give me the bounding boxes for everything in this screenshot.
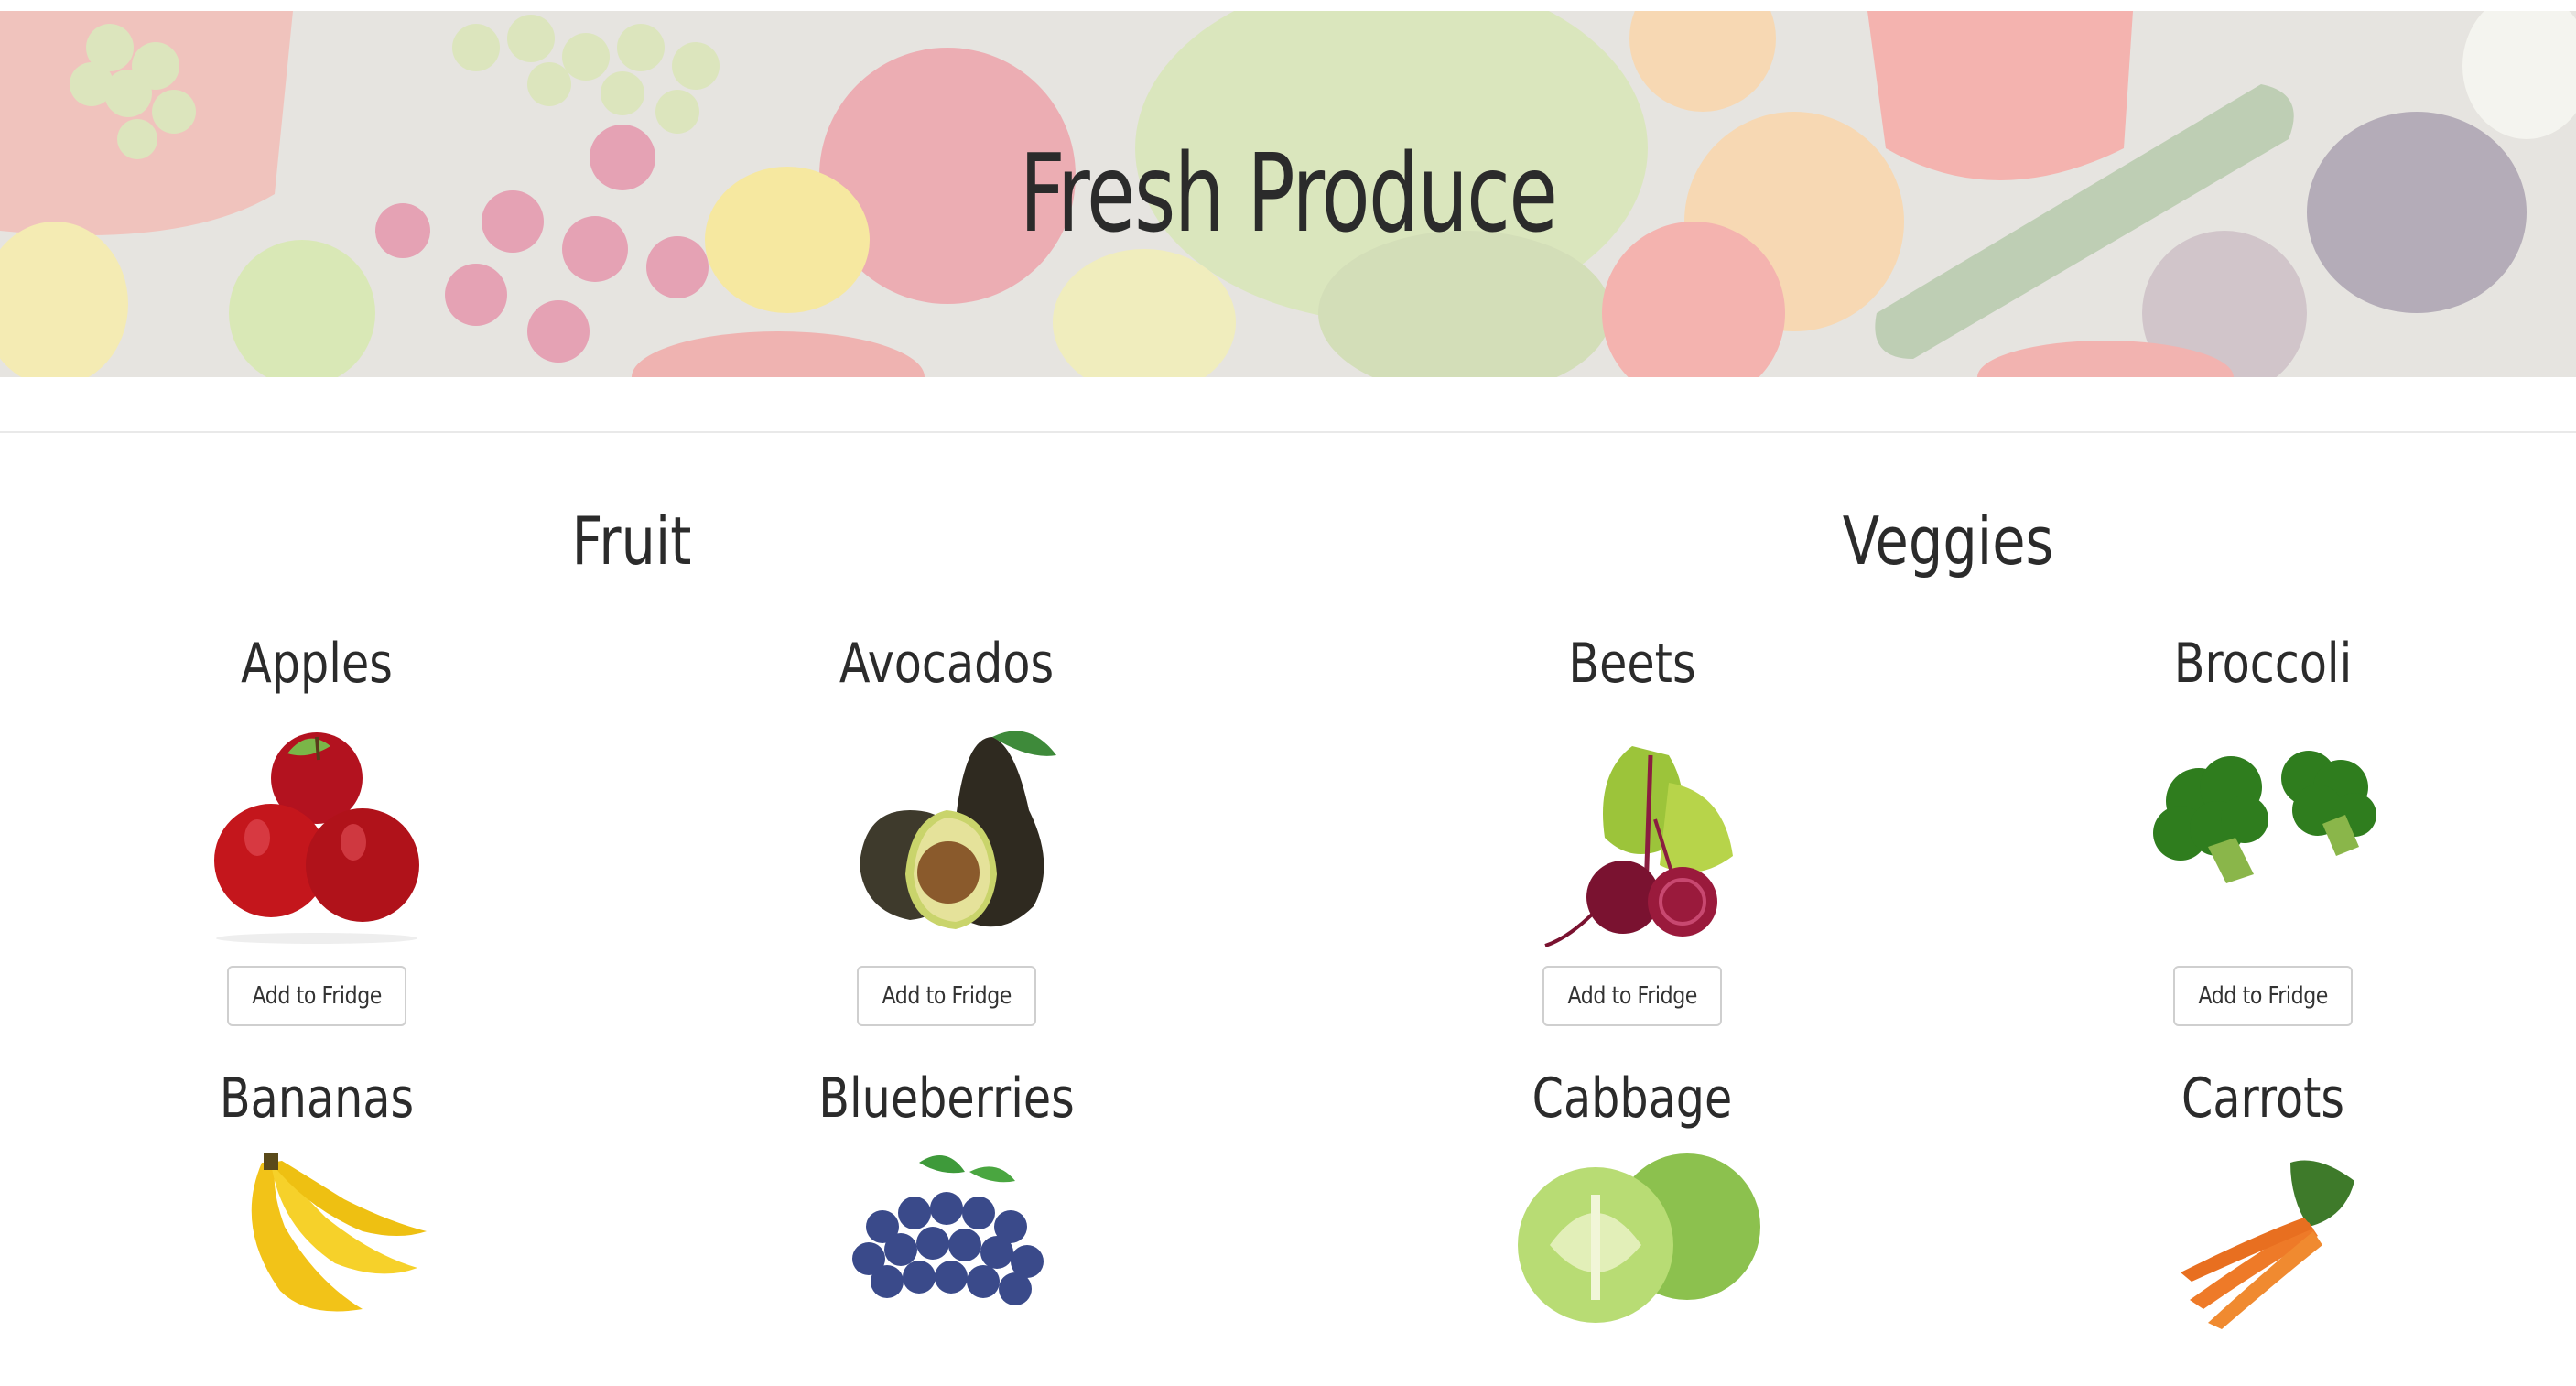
product-card-broccoli: Broccoli Add to Fridge	[2007, 636, 2519, 1026]
product-card-apples: Apples Add to Fridge	[60, 636, 573, 1026]
product-name: Bananas	[219, 1067, 415, 1131]
button-label: Add to Fridge	[1567, 982, 1697, 1010]
button-label: Add to Fridge	[2198, 982, 2328, 1010]
header-divider	[0, 431, 2576, 433]
product-name: Avocados	[839, 632, 1055, 696]
add-to-fridge-button[interactable]: Add to Fridge	[2173, 966, 2353, 1026]
product-name: Blueberries	[818, 1067, 1075, 1131]
product-card-avocados: Avocados Add to Fridge	[690, 636, 1203, 1026]
button-label: Add to Fridge	[882, 982, 1012, 1010]
carrots-image	[2126, 1144, 2400, 1382]
product-name: Apples	[241, 632, 393, 696]
product-name: Cabbage	[1532, 1067, 1733, 1131]
section-title-fruit: Fruit	[571, 503, 692, 579]
cabbage-image	[1495, 1144, 1770, 1382]
product-name: Beets	[1568, 632, 1696, 696]
product-card-bananas: Bananas	[60, 1071, 573, 1382]
bananas-image	[179, 1144, 454, 1382]
add-to-fridge-button[interactable]: Add to Fridge	[1542, 966, 1722, 1026]
avocados-image	[809, 709, 1084, 947]
broccoli-image	[2126, 709, 2400, 947]
product-name: Carrots	[2181, 1067, 2345, 1131]
page-title: Fresh Produce	[1019, 130, 1558, 256]
add-to-fridge-button[interactable]: Add to Fridge	[857, 966, 1036, 1026]
beets-image	[1495, 709, 1770, 947]
hero-banner: Fresh Produce	[0, 11, 2576, 377]
product-card-cabbage: Cabbage	[1376, 1071, 1889, 1382]
product-card-beets: Beets Add to Fridge	[1376, 636, 1889, 1026]
product-card-blueberries: Blueberries	[690, 1071, 1203, 1382]
section-title-veggies: Veggies	[1842, 503, 2054, 579]
product-name: Broccoli	[2173, 632, 2353, 696]
product-card-carrots: Carrots	[2007, 1071, 2519, 1382]
button-label: Add to Fridge	[252, 982, 382, 1010]
add-to-fridge-button[interactable]: Add to Fridge	[227, 966, 406, 1026]
apples-image	[179, 709, 454, 947]
blueberries-image	[809, 1144, 1084, 1382]
